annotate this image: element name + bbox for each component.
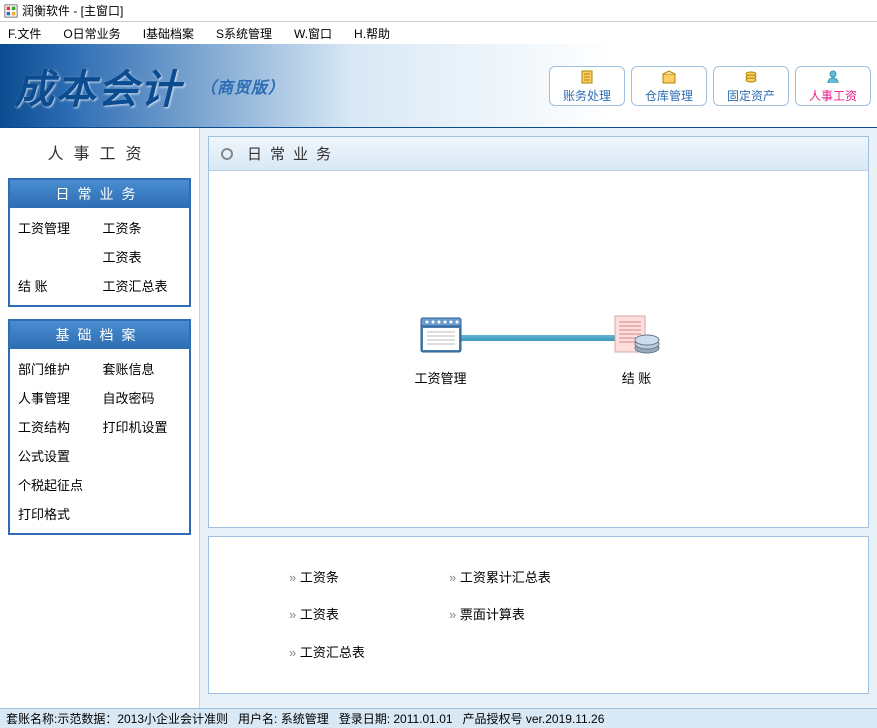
sidebar-link-salary-sheet[interactable]: 工资表 — [103, 247, 182, 266]
menu-window[interactable]: W.窗口 — [290, 23, 336, 44]
sidebar-panel-base-header: 基础档案 — [10, 321, 189, 349]
header-buttons: 账务处理 仓库管理 固定资产 人事工资 — [549, 66, 871, 106]
ledger-coins-icon — [609, 312, 665, 362]
menu-daily[interactable]: O日常业务 — [59, 23, 124, 44]
sidebar-panel-daily: 日常业务 工资管理 工资条 工资表 结 账 工资汇总表 — [8, 178, 191, 307]
sidebar-link-salary-mgmt[interactable]: 工资管理 — [18, 218, 97, 237]
sidebar-link-close[interactable]: 结 账 — [18, 276, 97, 295]
sidebar-link-empty3 — [103, 475, 182, 494]
sidebar-link-print-format[interactable]: 打印格式 — [18, 504, 97, 523]
circle-icon — [221, 148, 233, 160]
menu-help[interactable]: H.帮助 — [350, 23, 394, 44]
sidebar-link-summary[interactable]: 工资汇总表 — [103, 276, 182, 295]
logo-text: 成本会计 — [14, 57, 182, 115]
menu-system[interactable]: S系统管理 — [212, 23, 276, 44]
sidebar-panel-daily-body: 工资管理 工资条 工资表 结 账 工资汇总表 — [10, 208, 189, 305]
arrow-icon — [449, 335, 629, 341]
header-banner: 成本会计 （商贸版） 账务处理 仓库管理 固定资产 人事工资 — [0, 44, 877, 128]
sidebar-link-formula[interactable]: 公式设置 — [18, 446, 97, 465]
notebook-icon — [413, 312, 469, 362]
btn-warehouse[interactable]: 仓库管理 — [631, 66, 707, 106]
menu-base[interactable]: I基础档案 — [139, 23, 198, 44]
content-header: 日常业务 — [209, 137, 868, 171]
document-icon — [579, 69, 595, 85]
sidebar-title: 人事工资 — [8, 136, 191, 168]
content-link-payslip[interactable]: 工资条 — [289, 567, 449, 588]
person-icon — [825, 69, 841, 85]
big-icon-salary-mgmt[interactable]: 工资管理 — [413, 312, 469, 387]
sidebar-link-salary-struct[interactable]: 工资结构 — [18, 417, 97, 436]
status-login-date: 登录日期: 2011.01.01 — [339, 710, 453, 727]
big-icon-salary-mgmt-label: 工资管理 — [414, 368, 466, 387]
content-links-area: 工资条 工资累计汇总表 工资表 票面计算表 工资汇总表 — [209, 537, 868, 693]
menu-file[interactable]: F.文件 — [4, 23, 45, 44]
sidebar-link-empty4 — [103, 504, 182, 523]
title-bar: 润衡软件 - [主窗口] — [0, 0, 877, 22]
content-link-cumulative[interactable]: 工资累计汇总表 — [449, 567, 609, 588]
sidebar-panel-daily-header: 日常业务 — [10, 180, 189, 208]
btn-accounts[interactable]: 账务处理 — [549, 66, 625, 106]
btn-accounts-label: 账务处理 — [563, 87, 611, 104]
sidebar: 人事工资 日常业务 工资管理 工资条 工资表 结 账 工资汇总表 基础档案 部门… — [0, 128, 200, 708]
content-panel-bottom: 工资条 工资累计汇总表 工资表 票面计算表 工资汇总表 — [208, 536, 869, 694]
sidebar-link-account-info[interactable]: 套账信息 — [103, 359, 182, 378]
sidebar-link-empty2 — [103, 446, 182, 465]
sidebar-link-printer[interactable]: 打印机设置 — [103, 417, 182, 436]
content-link-face-calc[interactable]: 票面计算表 — [449, 604, 609, 625]
status-user: 用户名: 系统管理 — [238, 710, 329, 727]
main-area: 人事工资 日常业务 工资管理 工资条 工资表 结 账 工资汇总表 基础档案 部门… — [0, 128, 877, 708]
btn-hr[interactable]: 人事工资 — [795, 66, 871, 106]
status-bar: 套账名称:示范数据：2013小企业会计准则 用户名: 系统管理 登录日期: 20… — [0, 708, 877, 728]
sidebar-link-hr-mgmt[interactable]: 人事管理 — [18, 388, 97, 407]
content-header-text: 日常业务 — [247, 143, 339, 164]
sidebar-link-dept[interactable]: 部门维护 — [18, 359, 97, 378]
sidebar-link-tax-threshold[interactable]: 个税起征点 — [18, 475, 97, 494]
status-account: 套账名称:示范数据：2013小企业会计准则 — [6, 710, 228, 727]
btn-assets[interactable]: 固定资产 — [713, 66, 789, 106]
content-area: 日常业务 工资管理 — [200, 128, 877, 708]
content-link-salary-sheet[interactable]: 工资表 — [289, 604, 449, 625]
btn-warehouse-label: 仓库管理 — [645, 87, 693, 104]
sidebar-panel-base-body: 部门维护 套账信息 人事管理 自改密码 工资结构 打印机设置 公式设置 个税起征… — [10, 349, 189, 533]
btn-hr-label: 人事工资 — [809, 87, 857, 104]
box-icon — [661, 69, 677, 85]
sidebar-panel-base: 基础档案 部门维护 套账信息 人事管理 自改密码 工资结构 打印机设置 公式设置… — [8, 319, 191, 535]
sidebar-link-password[interactable]: 自改密码 — [103, 388, 182, 407]
menu-bar: F.文件 O日常业务 I基础档案 S系统管理 W.窗口 H.帮助 — [0, 22, 877, 44]
content-panel-top: 日常业务 工资管理 — [208, 136, 869, 528]
content-icons-area: 工资管理 结 账 — [209, 171, 868, 527]
big-icon-close[interactable]: 结 账 — [609, 312, 665, 387]
coins-icon — [743, 69, 759, 85]
window-title: 润衡软件 - [主窗口] — [22, 2, 123, 19]
status-license: 产品授权号 ver.2019.11.26 — [463, 710, 605, 727]
sidebar-link-payslip[interactable]: 工资条 — [103, 218, 182, 237]
big-icon-close-label: 结 账 — [622, 368, 652, 387]
content-link-summary[interactable]: 工资汇总表 — [289, 642, 449, 663]
btn-assets-label: 固定资产 — [727, 87, 775, 104]
logo-subtitle: （商贸版） — [200, 74, 285, 98]
app-icon — [4, 4, 18, 18]
sidebar-link-empty1 — [18, 247, 97, 266]
